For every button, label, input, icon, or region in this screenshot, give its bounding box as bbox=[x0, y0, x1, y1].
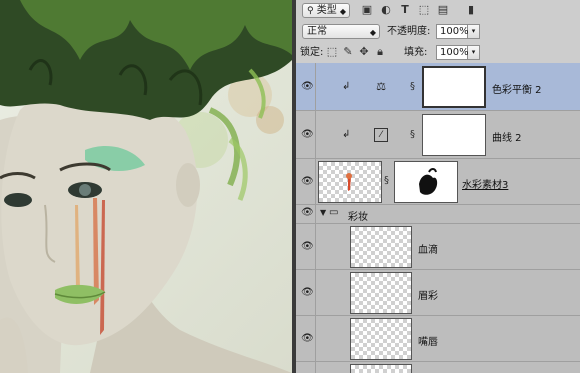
visibility-toggle[interactable]: 👁︎ bbox=[296, 159, 316, 204]
blend-mode-value: 正常 bbox=[307, 26, 327, 37]
search-icon: ⚲ bbox=[307, 6, 314, 16]
visibility-toggle[interactable]: 👁︎ bbox=[296, 111, 316, 158]
pixel-layer-filter-icon[interactable]: ▣ bbox=[360, 3, 374, 17]
layer-curves[interactable]: 👁︎ ↲ ⁄ § 曲线 2 bbox=[296, 111, 580, 159]
opacity-slider-button[interactable]: ▾ bbox=[468, 24, 480, 39]
opacity-input[interactable]: 100% bbox=[436, 24, 469, 39]
adjustment-layer-filter-icon[interactable]: ◐ bbox=[379, 3, 393, 17]
layer-blood-drops[interactable]: 👁︎ 血滴 bbox=[296, 224, 580, 270]
opacity-label: 不透明度: bbox=[387, 26, 431, 37]
balance-scale-icon: ⚖ bbox=[376, 80, 386, 93]
layer-mask-thumbnail[interactable] bbox=[422, 114, 486, 156]
layer-brow-color[interactable]: 👁︎ 眉彩 bbox=[296, 270, 580, 316]
blend-mode-select[interactable]: 正常 ◆ bbox=[302, 24, 380, 39]
eye-icon: 👁︎ bbox=[301, 207, 314, 218]
type-layer-filter-icon[interactable]: T bbox=[398, 3, 412, 17]
curves-icon: ⁄ bbox=[374, 128, 388, 142]
layer-name[interactable]: 色彩平衡 2 bbox=[492, 81, 542, 96]
filter-bar: ⚲ 类型 ◆ ▣ ◐ T ⬚ ▤ ▮ bbox=[296, 0, 580, 22]
visibility-toggle[interactable]: 👁︎ bbox=[296, 224, 316, 269]
link-icon[interactable]: § bbox=[410, 81, 415, 92]
eye-icon: 👁︎ bbox=[301, 80, 314, 92]
layer-name[interactable]: 血滴 bbox=[418, 241, 438, 256]
filter-type-label: 类型 bbox=[316, 5, 337, 16]
layer-watercolor[interactable]: 👁︎ § 水彩素材3 bbox=[296, 159, 580, 205]
layer-thumbnail[interactable] bbox=[350, 272, 412, 314]
layer-mask-thumbnail[interactable] bbox=[394, 161, 458, 203]
link-icon[interactable]: § bbox=[384, 175, 389, 186]
layer-thumbnail[interactable] bbox=[350, 364, 412, 373]
eye-icon: 👁︎ bbox=[301, 240, 314, 252]
fill-label: 填充: bbox=[404, 47, 428, 58]
portrait-image bbox=[0, 0, 292, 373]
lock-transparency-icon[interactable]: ⬚ bbox=[325, 45, 339, 59]
lock-pixels-icon[interactable]: ✎ bbox=[341, 45, 355, 59]
layer-name[interactable]: 嘴唇 bbox=[418, 333, 438, 348]
layer-thumbnail[interactable] bbox=[318, 161, 382, 203]
layer-lips[interactable]: 👁︎ 嘴唇 bbox=[296, 316, 580, 362]
layer-color-balance[interactable]: 👁︎ ↲ ⚖ § 色彩平衡 2 bbox=[296, 63, 580, 111]
layer-name[interactable]: 水彩素材3 bbox=[462, 176, 508, 191]
folder-icon: ▭ bbox=[329, 207, 339, 218]
blend-bar: 正常 ◆ 不透明度: 100% ▾ bbox=[296, 21, 580, 43]
layer-mask-thumbnail[interactable] bbox=[422, 66, 486, 108]
visibility-toggle[interactable]: 👁︎ bbox=[296, 316, 316, 361]
layers-panel: ⚲ 类型 ◆ ▣ ◐ T ⬚ ▤ ▮ 正常 ◆ 不透明度: 100% ▾ 锁定:… bbox=[296, 0, 580, 373]
layer-thumbnail[interactable] bbox=[350, 226, 412, 268]
lock-position-icon[interactable]: ✥ bbox=[357, 45, 371, 59]
lock-label: 锁定: bbox=[300, 47, 324, 58]
eye-icon: 👁︎ bbox=[301, 332, 314, 344]
layer-partial[interactable] bbox=[296, 362, 580, 373]
layer-name[interactable]: 眉彩 bbox=[418, 287, 438, 302]
filter-type-select[interactable]: ⚲ 类型 ◆ bbox=[302, 3, 350, 18]
layer-name[interactable]: 彩妆 bbox=[348, 208, 368, 223]
clipping-arrow-icon: ↲ bbox=[342, 129, 351, 140]
chevron-updown-icon: ◆ bbox=[369, 28, 376, 37]
link-icon[interactable]: § bbox=[410, 129, 415, 140]
eye-icon: 👁︎ bbox=[301, 286, 314, 298]
smart-object-filter-icon[interactable]: ▤ bbox=[436, 3, 450, 17]
canvas-artwork[interactable] bbox=[0, 0, 292, 373]
visibility-toggle[interactable]: 👁︎ bbox=[296, 63, 316, 110]
lock-all-icon[interactable]: 🔒︎ bbox=[373, 45, 387, 59]
fill-slider-button[interactable]: ▾ bbox=[468, 45, 480, 60]
layer-thumbnail[interactable] bbox=[350, 318, 412, 360]
layer-group-makeup[interactable]: 👁︎ ▼ ▭ 彩妆 bbox=[296, 205, 580, 224]
shape-layer-filter-icon[interactable]: ⬚ bbox=[417, 3, 431, 17]
mask-shape-image bbox=[419, 168, 438, 195]
visibility-toggle[interactable] bbox=[296, 362, 316, 373]
fill-input[interactable]: 100% bbox=[436, 45, 469, 60]
eye-icon: 👁︎ bbox=[301, 128, 314, 140]
layer-name[interactable]: 曲线 2 bbox=[492, 129, 522, 144]
expand-triangle-icon[interactable]: ▼ bbox=[320, 208, 326, 217]
filter-toggle-icon[interactable]: ▮ bbox=[464, 3, 478, 17]
eye-icon: 👁︎ bbox=[301, 175, 314, 187]
chevron-updown-icon: ◆ bbox=[339, 7, 346, 16]
visibility-toggle[interactable]: 👁︎ bbox=[296, 205, 316, 223]
watercolor-thumb-image bbox=[346, 173, 352, 191]
clipping-arrow-icon: ↲ bbox=[342, 81, 351, 92]
lock-bar: 锁定: ⬚ ✎ ✥ 🔒︎ 填充: 100% ▾ bbox=[296, 42, 580, 64]
visibility-toggle[interactable]: 👁︎ bbox=[296, 270, 316, 315]
